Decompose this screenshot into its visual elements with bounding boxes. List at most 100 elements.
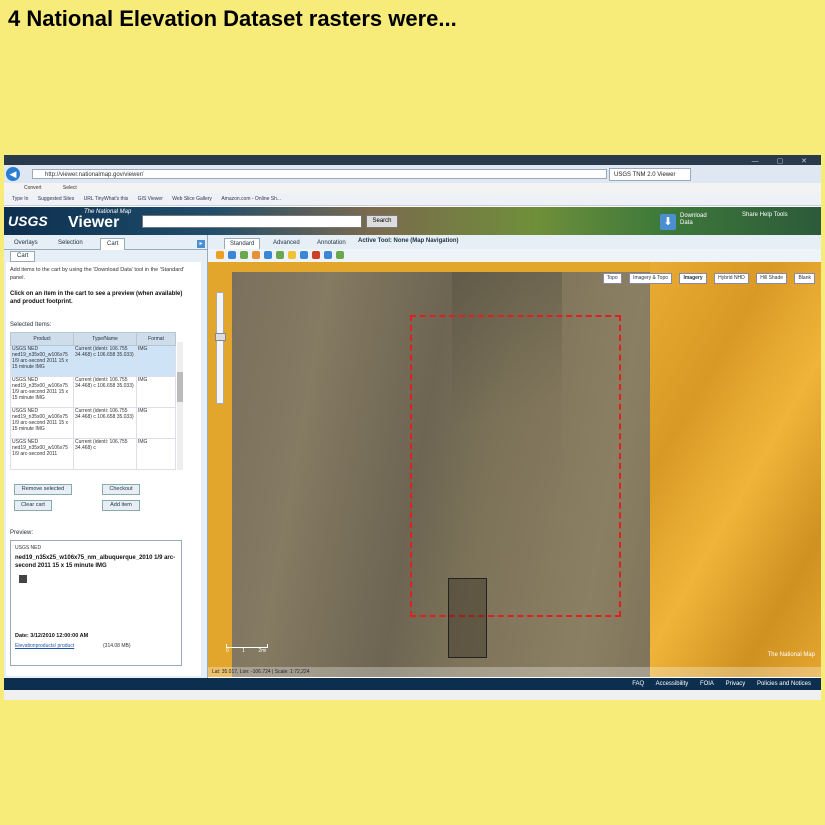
- browser-screenshot: — ▢ ✕ ◀ http://viewer.nationalmap.gov/vi…: [4, 155, 821, 700]
- table-row[interactable]: USGS NED ned19_n35x00_w106x75 1/9 arc-se…: [10, 345, 176, 377]
- search-button[interactable]: Search: [366, 215, 398, 228]
- fav-item[interactable]: Amazon.com - Online Sh...: [221, 196, 281, 202]
- window-controls[interactable]: — ▢ ✕: [752, 157, 815, 165]
- footer-accessibility[interactable]: Accessibility: [656, 681, 689, 687]
- tool-icon[interactable]: [240, 251, 248, 259]
- fav-item[interactable]: URL TinyWhat's this: [84, 196, 129, 202]
- cell-format: IMG: [136, 407, 176, 439]
- preview-thumbnail-icon: [19, 575, 27, 583]
- download-icon[interactable]: ⬇: [660, 214, 676, 230]
- footer-privacy[interactable]: Privacy: [726, 681, 746, 687]
- tool-icon[interactable]: [324, 251, 332, 259]
- tool-icon[interactable]: [312, 251, 320, 259]
- left-panel-tabs: Overlays Selection Cart ▸: [4, 238, 207, 250]
- tab-advanced[interactable]: Advanced: [268, 238, 305, 248]
- cart-click-hint: Click on an item in the cart to see a pr…: [10, 291, 183, 305]
- map-tabs: Standard Advanced Annotation Active Tool…: [208, 235, 821, 249]
- browser-tab[interactable]: USGS TNM 2.0 Viewer: [609, 168, 691, 181]
- fav-item[interactable]: Suggested Sites: [38, 196, 74, 202]
- selected-items-label: Selected Items:: [10, 322, 52, 328]
- download-data-label[interactable]: Download Data: [680, 213, 710, 227]
- col-type[interactable]: Type/Name: [73, 332, 137, 346]
- cell-product: USGS NED ned19_n35x00_w106x75 1/9 arc-se…: [10, 438, 74, 470]
- footer-faq[interactable]: FAQ: [632, 681, 644, 687]
- help-link[interactable]: Help: [760, 212, 772, 218]
- pin-icon[interactable]: ▸: [197, 240, 205, 248]
- basemap-topo[interactable]: Topo: [602, 273, 622, 284]
- basemap-hybrid-nhd[interactable]: Hybrid NHD: [714, 273, 749, 284]
- share-link[interactable]: Share: [742, 212, 758, 218]
- tool-icon[interactable]: [336, 251, 344, 259]
- remove-selected-button[interactable]: Remove selected: [14, 484, 72, 495]
- tab-standard[interactable]: Standard: [224, 238, 261, 249]
- map-credit: The National Map: [767, 652, 815, 658]
- map-canvas[interactable]: Topo Imagery & Topo Imagery Hybrid NHD H…: [208, 262, 821, 677]
- cell-format: IMG: [136, 438, 176, 470]
- preview-name: ned19_n35x25_w106x75_nm_albuquerque_2010…: [15, 555, 176, 569]
- menu-select[interactable]: Select: [63, 185, 77, 191]
- footer-policies[interactable]: Policies and Notices: [757, 681, 811, 687]
- table-scrollbar[interactable]: [177, 342, 183, 470]
- preview-panel: USGS NED ned19_n35x25_w106x75_nm_albuque…: [10, 540, 182, 666]
- fav-item[interactable]: GIS Viewer: [138, 196, 163, 202]
- area-of-interest-box[interactable]: [410, 315, 621, 617]
- tools-link[interactable]: Tools: [774, 212, 788, 218]
- tool-icon[interactable]: [216, 251, 224, 259]
- address-bar[interactable]: http://viewer.nationalmap.gov/viewer/: [32, 169, 607, 179]
- scale-1: 1: [242, 648, 245, 654]
- tool-icon[interactable]: [252, 251, 260, 259]
- cart-instructions: Add items to the cart by using the 'Down…: [10, 267, 185, 281]
- basemap-imagery-topo[interactable]: Imagery & Topo: [629, 273, 673, 284]
- footer-foia[interactable]: FOIA: [700, 681, 714, 687]
- slide-title: 4 National Elevation Dataset rasters wer…: [8, 6, 457, 31]
- fav-item[interactable]: Web Slice Gallery: [172, 196, 212, 202]
- tool-icon[interactable]: [276, 251, 284, 259]
- preview-link[interactable]: Elevationproducts/ product: [15, 643, 74, 649]
- search-input[interactable]: [142, 215, 362, 228]
- preview-date: Date: 3/12/2010 12:00:00 AM: [15, 633, 89, 639]
- footer: FAQ Accessibility FOIA Privacy Policies …: [4, 678, 821, 690]
- preview-size: (314.08 MB): [103, 643, 131, 649]
- cell-product: USGS NED ned19_n35x00_w106x75 1/9 arc-se…: [10, 345, 74, 377]
- tab-cart[interactable]: Cart: [100, 238, 126, 250]
- cell-format: IMG: [136, 345, 176, 377]
- address-row: ◀ http://viewer.nationalmap.gov/viewer/ …: [4, 165, 821, 183]
- table-row[interactable]: USGS NED ned19_n35x00_w106x75 1/9 arc-se…: [10, 438, 176, 470]
- clear-cart-button[interactable]: Clear cart: [14, 500, 52, 511]
- favorites-bar: Type In Suggested Sites URL TinyWhat's t…: [4, 193, 821, 206]
- cell-product: USGS NED ned19_n35x00_w106x75 1/9 arc-se…: [10, 376, 74, 408]
- tab-overlays[interactable]: Overlays: [8, 238, 44, 249]
- checkout-button[interactable]: Checkout: [102, 484, 140, 495]
- table-row[interactable]: USGS NED ned19_n35x00_w106x75 1/9 arc-se…: [10, 407, 176, 439]
- subtab-cart[interactable]: Cart: [10, 251, 36, 262]
- scroll-thumb[interactable]: [177, 372, 183, 402]
- tab-selection[interactable]: Selection: [52, 238, 89, 249]
- tab-annotation[interactable]: Annotation: [312, 238, 351, 248]
- basemap-blank[interactable]: Blank: [794, 273, 815, 284]
- cell-type: Current (identi: 106.755 34.468) c: [73, 438, 137, 470]
- tool-icon[interactable]: [300, 251, 308, 259]
- back-icon[interactable]: ◀: [6, 167, 20, 181]
- scale-2: 2mi: [258, 648, 267, 654]
- product-footprint[interactable]: [448, 578, 487, 658]
- cell-format: IMG: [136, 376, 176, 408]
- basemap-imagery[interactable]: Imagery: [679, 273, 707, 284]
- zoom-slider[interactable]: [215, 292, 226, 404]
- window-titlebar: — ▢ ✕: [4, 155, 821, 165]
- scale-0: 0: [226, 648, 229, 654]
- tool-icon[interactable]: [288, 251, 296, 259]
- preview-label: Preview:: [10, 530, 34, 536]
- tool-icon[interactable]: [228, 251, 236, 259]
- menu-convert[interactable]: Convert: [24, 185, 42, 191]
- cell-type: Current (identi: 106.755 34.468) c 106.6…: [73, 376, 137, 408]
- cell-type: Current (identi: 106.755 34.468) c 106.6…: [73, 345, 137, 377]
- table-row[interactable]: USGS NED ned19_n35x00_w106x75 1/9 arc-se…: [10, 376, 176, 408]
- basemap-hillshade[interactable]: Hill Shade: [756, 273, 788, 284]
- tool-icon[interactable]: [264, 251, 272, 259]
- zoom-knob[interactable]: [215, 333, 226, 341]
- col-product[interactable]: Product: [10, 332, 74, 346]
- add-item-button[interactable]: Add item: [102, 500, 140, 511]
- col-format[interactable]: Format: [136, 332, 176, 346]
- menu-bar: Convert Select: [4, 183, 821, 193]
- fav-item[interactable]: Type In: [12, 196, 28, 202]
